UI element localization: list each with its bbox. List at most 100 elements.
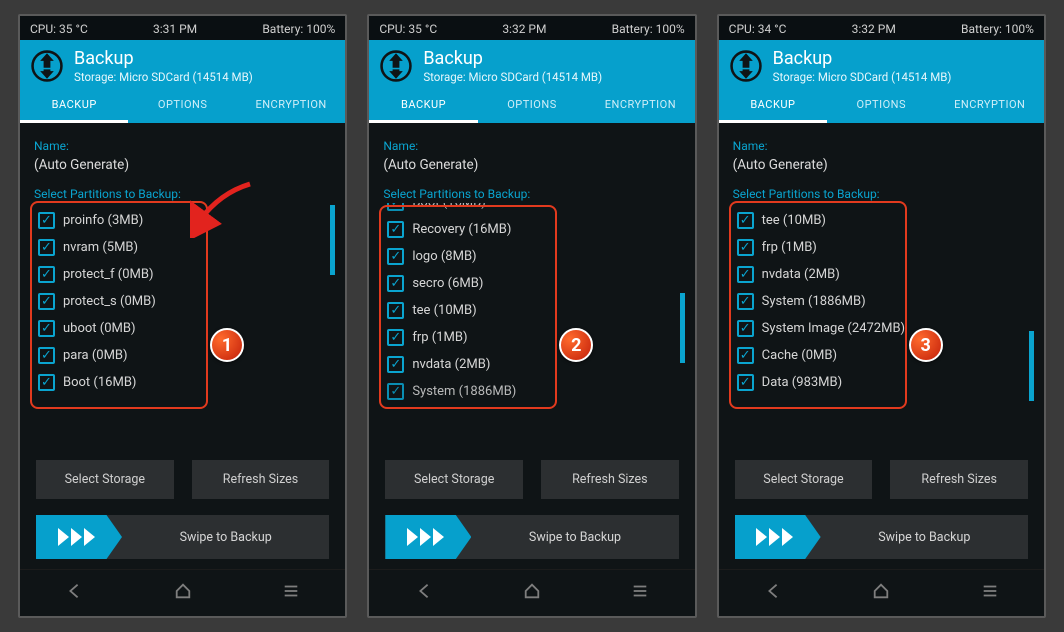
- name-field[interactable]: (Auto Generate): [375, 155, 688, 183]
- partitions-label: Select Partitions to Backup:: [375, 183, 688, 203]
- checkbox-icon[interactable]: ✓: [38, 347, 55, 364]
- menu-icon[interactable]: [981, 582, 999, 604]
- status-bar: CPU: 35 °C 3:32 PM Battery: 100%: [369, 16, 694, 40]
- checkbox-icon[interactable]: ✓: [387, 302, 404, 319]
- partition-list[interactable]: ✓Boot (16MB)✓Recovery (16MB)✓logo (8MB)✓…: [379, 203, 684, 448]
- checkbox-icon[interactable]: ✓: [38, 239, 55, 256]
- checkbox-icon[interactable]: ✓: [387, 248, 404, 265]
- back-icon[interactable]: [415, 582, 433, 604]
- scroll-indicator[interactable]: [1029, 331, 1034, 401]
- partition-row-clipped[interactable]: ✓Boot (16MB): [381, 203, 682, 216]
- tab-options[interactable]: OPTIONS: [128, 90, 236, 123]
- tab-backup[interactable]: BACKUP: [369, 90, 477, 123]
- name-field[interactable]: (Auto Generate): [26, 155, 339, 183]
- partition-row[interactable]: ✓Boot (16MB): [32, 369, 333, 396]
- checkbox-icon[interactable]: ✓: [737, 212, 754, 229]
- clock: 3:31 PM: [153, 22, 197, 36]
- partition-label: Recovery (16MB): [412, 222, 511, 237]
- checkbox-icon[interactable]: ✓: [38, 212, 55, 229]
- partition-row[interactable]: ✓ System (1886MB): [731, 288, 1032, 315]
- checkbox-icon[interactable]: ✓: [737, 374, 754, 391]
- home-icon[interactable]: [872, 582, 890, 604]
- swipe-to-backup[interactable]: Swipe to Backup: [36, 515, 329, 559]
- partition-row[interactable]: ✓nvdata (2MB): [731, 261, 1032, 288]
- menu-icon[interactable]: [631, 582, 649, 604]
- swipe-to-backup[interactable]: Swipe to Backup: [735, 515, 1028, 559]
- partitions-wrap: ✓tee (10MB)✓frp (1MB)✓nvdata (2MB)✓Syste…: [729, 203, 1034, 448]
- checkbox-icon[interactable]: ✓: [737, 320, 754, 337]
- back-icon[interactable]: [764, 582, 782, 604]
- partition-row[interactable]: ✓proinfo (3MB): [32, 207, 333, 234]
- partition-list[interactable]: ✓proinfo (3MB)✓nvram (5MB)✓protect_f (0M…: [30, 203, 335, 448]
- checkbox-icon[interactable]: ✓: [38, 266, 55, 283]
- partition-row[interactable]: ✓logo (8MB): [381, 243, 682, 270]
- home-icon[interactable]: [174, 582, 192, 604]
- tab-options[interactable]: OPTIONS: [827, 90, 935, 123]
- partition-row[interactable]: ✓System (1886MB): [381, 378, 682, 405]
- partition-row[interactable]: ✓frp (1MB): [381, 324, 682, 351]
- partition-row[interactable]: ✓protect_f (0MB): [32, 261, 333, 288]
- swipe-handle[interactable]: [385, 515, 471, 559]
- checkbox-icon[interactable]: ✓: [737, 266, 754, 283]
- checkbox-icon[interactable]: ✓: [737, 239, 754, 256]
- tab-bar: BACKUP OPTIONS ENCRYPTION: [719, 90, 1044, 123]
- scroll-indicator[interactable]: [680, 293, 685, 363]
- home-icon[interactable]: [523, 582, 541, 604]
- partition-row[interactable]: ✓nvram (5MB): [32, 234, 333, 261]
- checkbox-icon[interactable]: ✓: [38, 374, 55, 391]
- checkbox-icon[interactable]: ✓: [38, 320, 55, 337]
- partition-label: tee (10MB): [412, 303, 476, 318]
- menu-icon[interactable]: [282, 582, 300, 604]
- partition-label: para (0MB): [63, 348, 128, 363]
- tab-encryption[interactable]: ENCRYPTION: [936, 90, 1044, 123]
- swipe-label: Swipe to Backup: [821, 530, 1028, 545]
- checkbox-icon[interactable]: ✓: [387, 275, 404, 292]
- tab-bar: BACKUP OPTIONS ENCRYPTION: [369, 90, 694, 123]
- checkbox-icon[interactable]: ✓: [38, 293, 55, 310]
- phone-screen-2: CPU: 35 °C 3:32 PM Battery: 100% Backup …: [367, 14, 696, 618]
- swipe-handle[interactable]: [36, 515, 122, 559]
- scroll-indicator[interactable]: [330, 205, 335, 275]
- nav-bar: [369, 569, 694, 616]
- select-storage-button[interactable]: Select Storage: [385, 460, 523, 499]
- checkbox-icon[interactable]: ✓: [387, 356, 404, 373]
- checkbox-icon[interactable]: ✓: [737, 347, 754, 364]
- partition-row[interactable]: ✓uboot (0MB): [32, 315, 333, 342]
- storage-info[interactable]: Storage: Micro SDCard (14514 MB): [423, 70, 602, 84]
- checkbox-icon[interactable]: ✓: [387, 383, 404, 400]
- back-icon[interactable]: [65, 582, 83, 604]
- tab-options[interactable]: OPTIONS: [478, 90, 586, 123]
- partition-list[interactable]: ✓tee (10MB)✓frp (1MB)✓nvdata (2MB)✓Syste…: [729, 203, 1034, 448]
- tab-encryption[interactable]: ENCRYPTION: [237, 90, 345, 123]
- partition-row[interactable]: ✓ frp (1MB): [731, 234, 1032, 261]
- swipe-to-backup[interactable]: Swipe to Backup: [385, 515, 678, 559]
- partition-row[interactable]: ✓Data (983MB): [731, 369, 1032, 396]
- tab-backup[interactable]: BACKUP: [20, 90, 128, 123]
- tab-backup[interactable]: BACKUP: [719, 90, 827, 123]
- refresh-sizes-button[interactable]: Refresh Sizes: [890, 460, 1028, 499]
- partition-row[interactable]: ✓protect_s (0MB): [32, 288, 333, 315]
- checkbox-icon[interactable]: ✓: [387, 329, 404, 346]
- partition-label: frp (1MB): [762, 240, 817, 255]
- partition-row[interactable]: ✓ para (0MB): [32, 342, 333, 369]
- partition-row[interactable]: ✓ tee (10MB): [381, 297, 682, 324]
- name-field[interactable]: (Auto Generate): [725, 155, 1038, 183]
- select-storage-button[interactable]: Select Storage: [36, 460, 174, 499]
- partition-row[interactable]: ✓System Image (2472MB): [731, 315, 1032, 342]
- storage-info[interactable]: Storage: Micro SDCard (14514 MB): [773, 70, 952, 84]
- refresh-sizes-button[interactable]: Refresh Sizes: [541, 460, 679, 499]
- checkbox-icon[interactable]: ✓: [387, 221, 404, 238]
- partition-label: System (1886MB): [762, 294, 866, 309]
- refresh-sizes-button[interactable]: Refresh Sizes: [192, 460, 330, 499]
- tab-encryption[interactable]: ENCRYPTION: [586, 90, 694, 123]
- checkbox-icon[interactable]: ✓: [737, 293, 754, 310]
- partition-row[interactable]: ✓secro (6MB): [381, 270, 682, 297]
- partition-row[interactable]: ✓ Recovery (16MB): [381, 216, 682, 243]
- partition-row[interactable]: ✓tee (10MB): [731, 207, 1032, 234]
- storage-info[interactable]: Storage: Micro SDCard (14514 MB): [74, 70, 253, 84]
- partition-row[interactable]: ✓Cache (0MB): [731, 342, 1032, 369]
- swipe-handle[interactable]: [735, 515, 821, 559]
- select-storage-button[interactable]: Select Storage: [735, 460, 873, 499]
- checkbox-icon[interactable]: ✓: [387, 203, 404, 211]
- partition-row[interactable]: ✓nvdata (2MB): [381, 351, 682, 378]
